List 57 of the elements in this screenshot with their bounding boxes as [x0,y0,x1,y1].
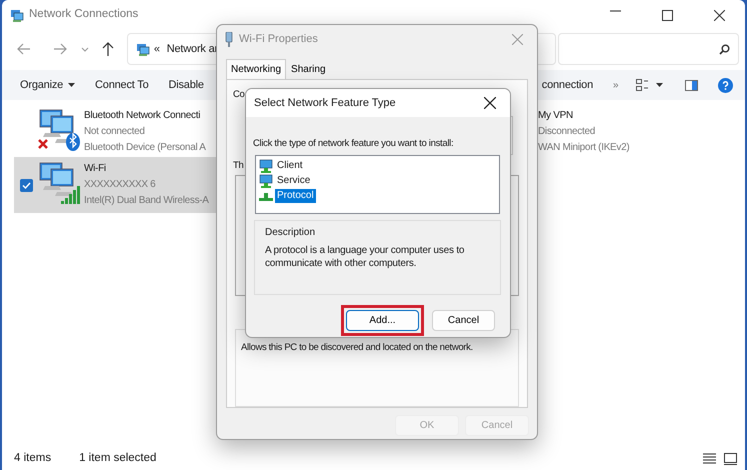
checkbox[interactable] [20,178,33,192]
window-title: Network Connections [29,7,138,22]
caret-icon[interactable] [656,83,664,87]
cancel-button[interactable]: Cancel [432,310,495,331]
computer-icon [259,158,273,172]
connection-item[interactable]: Bluetooth Network Connecti Not connected Bluetooth Device (Personal A [14,104,216,160]
maximize-icon[interactable] [662,10,672,20]
preview-pane-icon[interactable] [685,80,698,90]
toolbar-button[interactable]: Disable [166,76,210,94]
description-text: Allows this PC to be discovered and located on the network. [241,342,473,353]
close-icon[interactable] [484,97,496,109]
device-name: Bluetooth Device (Personal A [84,141,206,155]
list-item[interactable]: Client [259,158,305,173]
wifi-adapter-icon [37,161,81,205]
search-icon[interactable] [719,44,730,54]
help-icon[interactable] [718,78,734,92]
connection-item[interactable]: Wi-Fi XXXXXXXXXX 6 Intel(R) Dual Band Wireless-A [14,157,216,213]
list-item[interactable]: Service [259,173,312,188]
selection-count: 1 item selected [79,451,156,466]
network-icon [10,8,24,22]
tab[interactable]: Networking [226,59,286,79]
item-count: 4 items [14,451,52,466]
toolbar-button[interactable]: connection [540,76,600,94]
view-options-icon[interactable] [636,79,648,91]
tab[interactable]: Sharing [286,59,330,79]
feature-type-list[interactable]: Client Service Protocol [255,155,500,214]
dialog-title: Select Network Feature Type [254,96,396,111]
disconnected-bluetooth-adapter-icon [37,108,81,152]
add-button[interactable]: Add... [346,310,419,331]
connection-name: Wi-Fi [84,162,106,176]
computer-icon [259,174,273,188]
group-title: Description [265,226,316,240]
field-label: Co [233,88,245,102]
device-name: Intel(R) Dual Band Wireless-A [84,194,209,208]
details-view-icon[interactable] [703,453,716,464]
list-label: Th [233,158,244,173]
prompt-text: Click the type of network feature you want to install: [253,138,454,150]
toolbar-button[interactable]: Connect To [93,76,154,94]
dialog-title: Wi-Fi Properties [239,32,318,47]
connection-status: Disconnected [538,125,595,139]
close-icon[interactable] [714,10,724,20]
up-arrow-icon[interactable] [102,42,114,56]
connection-name: My VPN [538,109,573,123]
tiles-view-icon[interactable] [724,453,737,465]
connection-status: Not connected [84,125,145,139]
back-arrow-icon[interactable] [17,43,31,55]
device-name: WAN Miniport (IKEv2) [538,141,630,155]
toolbar-button[interactable]: Organize [18,76,82,94]
more-button[interactable]: » [611,78,624,92]
search-field[interactable] [558,33,739,65]
connection-status: XXXXXXXXXX 6 [84,178,156,192]
minimize-icon[interactable] [610,10,620,12]
forward-arrow-icon[interactable] [52,43,67,55]
connection-name: Bluetooth Network Connecti [84,109,200,123]
description-text: A protocol is a language your computer uses to communicate with other computers. [265,244,466,270]
adapter-icon [225,32,233,46]
chevron-down-icon[interactable] [80,46,89,52]
